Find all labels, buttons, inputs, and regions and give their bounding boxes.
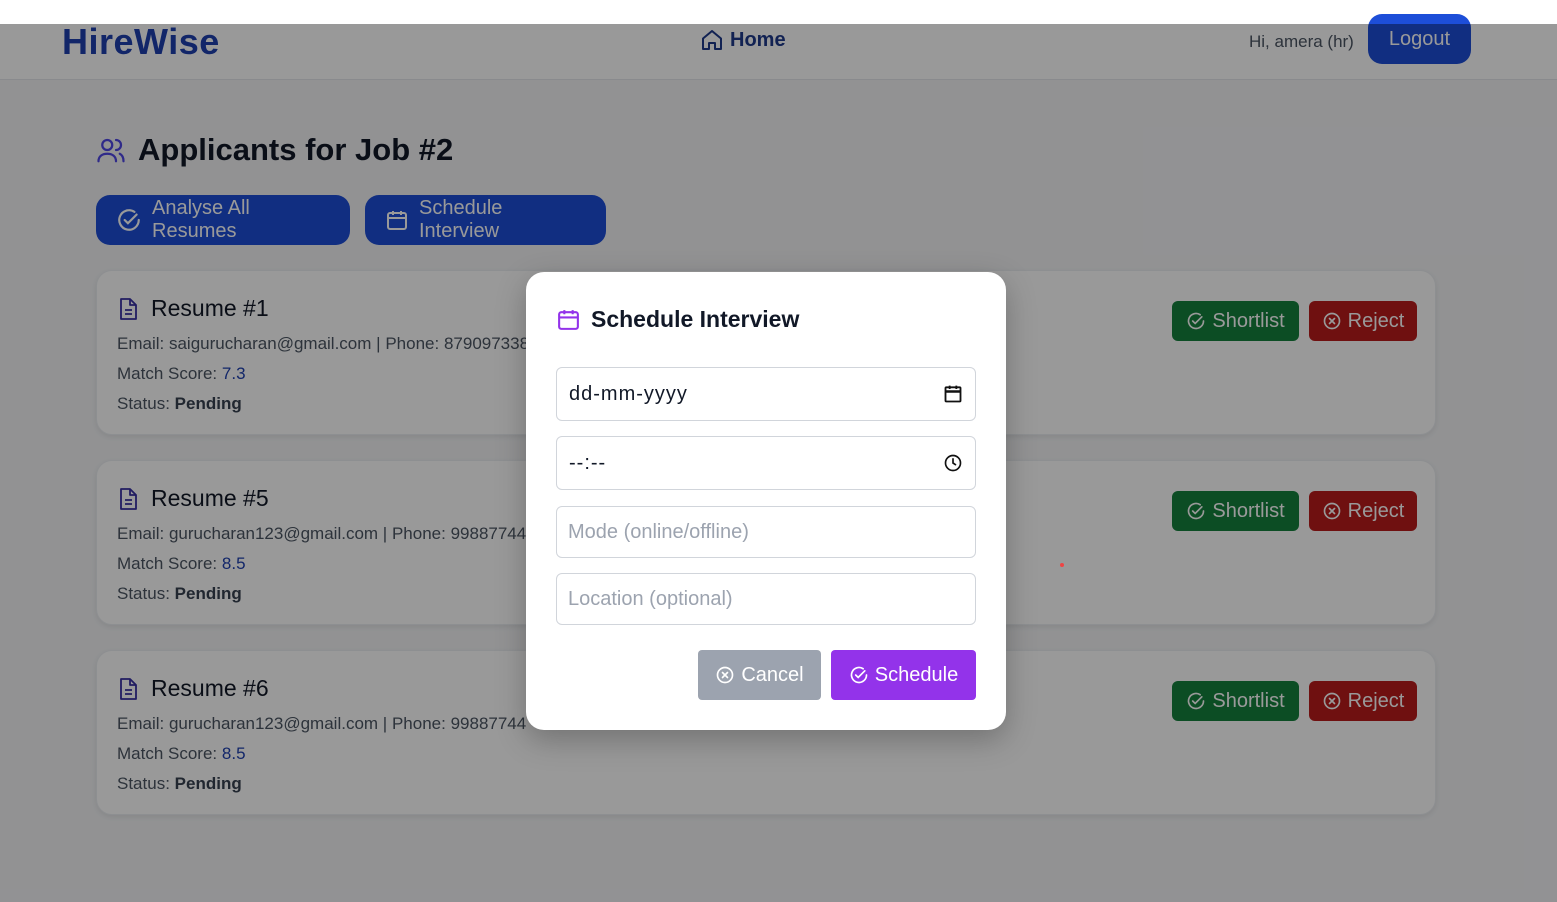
clock-icon[interactable]: [943, 453, 963, 473]
x-circle-icon: [715, 665, 735, 685]
time-input-value: --:--: [569, 451, 607, 474]
mode-input-placeholder: Mode (online/offline): [568, 520, 749, 543]
time-input[interactable]: --:--: [556, 436, 976, 490]
schedule-submit-button[interactable]: Schedule: [831, 650, 976, 700]
date-input[interactable]: dd-mm-yyyy: [556, 367, 976, 421]
modal-title: Schedule Interview: [556, 306, 799, 333]
cancel-button[interactable]: Cancel: [698, 650, 821, 700]
date-input-value: dd-mm-yyyy: [569, 382, 688, 405]
mode-input[interactable]: Mode (online/offline): [556, 506, 976, 558]
browser-top-strip: [0, 0, 1557, 24]
calendar-picker-icon[interactable]: [943, 384, 963, 404]
location-input-placeholder: Location (optional): [568, 587, 733, 610]
modal-title-text: Schedule Interview: [591, 306, 800, 332]
schedule-interview-modal: Schedule Interview dd-mm-yyyy --:-- Mode…: [526, 272, 1006, 730]
calendar-icon: [556, 307, 581, 332]
cursor-dot: [1060, 563, 1064, 567]
check-circle-icon: [849, 665, 869, 685]
location-input[interactable]: Location (optional): [556, 573, 976, 625]
